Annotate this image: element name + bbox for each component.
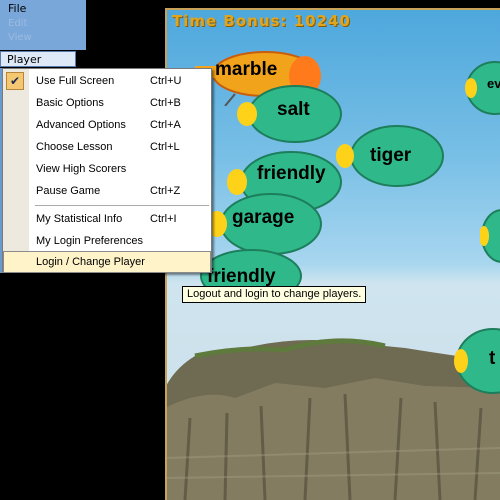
menu-item-shortcut: Ctrl+I <box>150 213 177 225</box>
menu-item-pause-game[interactable]: Pause Game Ctrl+Z <box>3 180 211 202</box>
menu-item-choose-lesson[interactable]: Choose Lesson Ctrl+L <box>3 136 211 158</box>
edit-menu-ghost: Edit <box>8 18 28 29</box>
bug-right-partial[interactable] <box>479 208 500 264</box>
tooltip: Logout and login to change players. <box>182 286 367 303</box>
word-label: friendly <box>207 266 276 287</box>
beetle-icon <box>479 209 500 263</box>
menu-item-shortcut: Ctrl+L <box>150 141 180 153</box>
word-label: salt <box>277 99 310 120</box>
bug-salt[interactable]: salt <box>235 80 345 148</box>
menu-item-label: Pause Game <box>36 185 101 197</box>
menu-item-label: Use Full Screen <box>36 75 115 87</box>
menu-left-edge <box>0 68 2 273</box>
bug-tiger[interactable]: tiger <box>335 120 445 192</box>
menu-item-use-full-screen[interactable]: ✔ Use Full Screen Ctrl+U <box>3 70 211 92</box>
menu-bar: File Edit View <box>0 0 86 50</box>
menu-item-shortcut: Ctrl+Z <box>150 185 181 197</box>
view-menu-ghost: View <box>8 32 32 43</box>
time-bonus-label: Time Bonus: <box>172 12 288 30</box>
word-label: t <box>489 348 496 369</box>
menu-item-label: Basic Options <box>36 97 104 109</box>
word-label: garage <box>232 207 295 228</box>
menu-item-view-high-scorers[interactable]: View High Scorers <box>3 158 211 180</box>
bug-ev[interactable]: ev <box>465 60 500 116</box>
menu-item-login-preferences[interactable]: My Login Preferences <box>3 230 211 252</box>
word-label: tiger <box>370 145 412 166</box>
menu-item-shortcut: Ctrl+U <box>150 75 182 87</box>
player-menu-button[interactable]: Player menu <box>0 51 76 82</box>
time-bonus: Time Bonus: 10240 <box>172 12 351 30</box>
menu-item-label: My Login Preferences <box>36 235 143 247</box>
word-label: friendly <box>257 163 326 184</box>
cliff-background <box>165 338 500 500</box>
game-frame-top <box>165 8 500 10</box>
menu-item-label: View High Scorers <box>36 163 127 175</box>
bug-t[interactable]: t <box>453 326 500 396</box>
menu-item-basic-options[interactable]: Basic Options Ctrl+B <box>3 92 211 114</box>
check-icon: ✔ <box>6 72 24 90</box>
time-bonus-value: 10240 <box>293 12 351 30</box>
menu-item-label: Advanced Options <box>36 119 126 131</box>
menu-item-label: My Statistical Info <box>36 213 123 225</box>
file-menu[interactable]: File <box>8 2 26 15</box>
game-area[interactable]: Time Bonus: 10240 marble salt tiger frie… <box>165 8 500 500</box>
menu-item-advanced-options[interactable]: Advanced Options Ctrl+A <box>3 114 211 136</box>
menu-item-login-change-player[interactable]: Login / Change Player <box>3 251 211 273</box>
menu-item-shortcut: Ctrl+A <box>150 119 181 131</box>
menu-item-label: Login / Change Player <box>36 256 145 268</box>
menu-separator <box>35 205 209 206</box>
menu-item-label: Choose Lesson <box>36 141 113 153</box>
player-popup-menu: ✔ Use Full Screen Ctrl+U Basic Options C… <box>2 68 212 273</box>
menu-item-statistical-info[interactable]: My Statistical Info Ctrl+I <box>3 208 211 230</box>
word-label: marble <box>215 59 278 80</box>
menu-item-shortcut: Ctrl+B <box>150 97 181 109</box>
word-label: ev <box>487 76 500 91</box>
